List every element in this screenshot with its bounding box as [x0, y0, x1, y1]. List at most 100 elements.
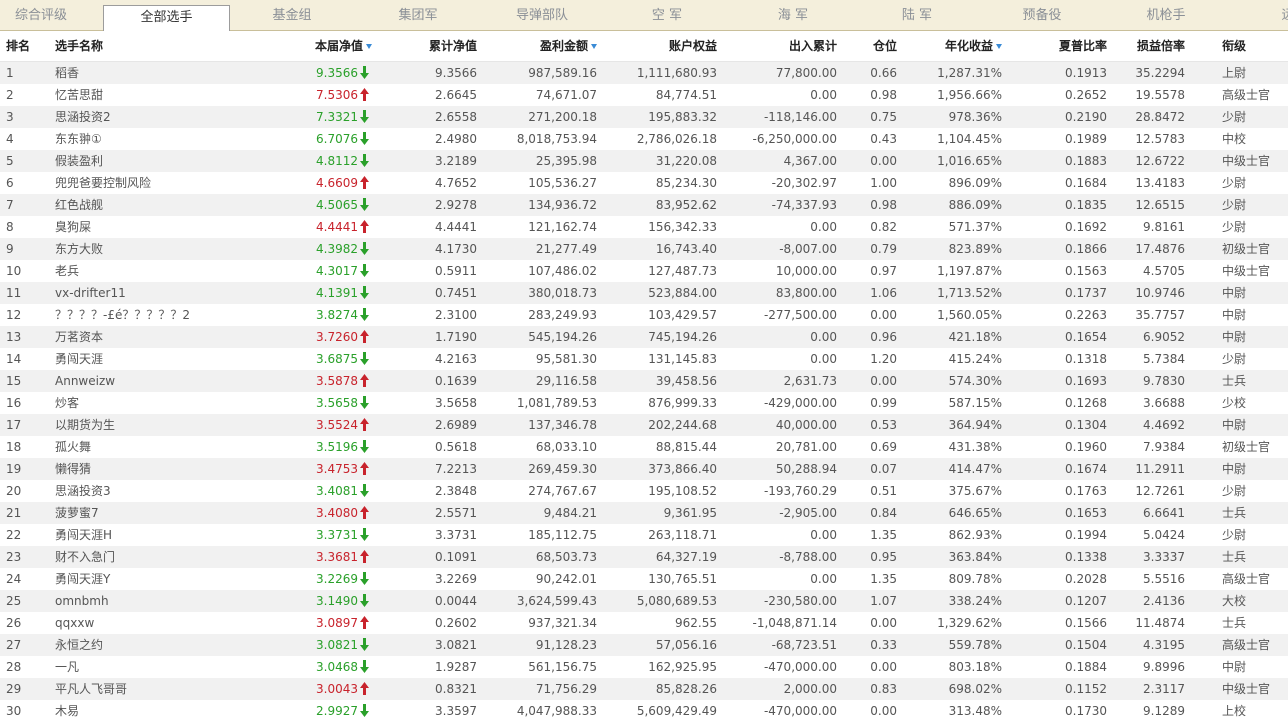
tab-missile-force[interactable]: 导弹部队	[498, 0, 586, 31]
tab-navy[interactable]: 海 军	[748, 0, 838, 31]
player-name-link[interactable]: 平凡人飞哥哥	[55, 678, 235, 700]
table-row[interactable]: 20 思涵投资3 3.4081 2.3848 274,767.67 195,108.52 -…	[0, 480, 1288, 502]
player-name-link[interactable]: Annweizw	[55, 370, 235, 392]
table-row[interactable]: 25 omnbmh 3.1490 0.0044 3,624,599.43 5,080,68…	[0, 590, 1288, 612]
cell-rank: 28	[6, 660, 22, 674]
table-row[interactable]: 15 Annweizw 3.5878 0.1639 29,116.58 39,458.56…	[0, 370, 1288, 392]
table-row[interactable]: 10 老兵 4.3017 0.5911 107,486.02 127,487.73 10,0…	[0, 260, 1288, 282]
table-row[interactable]: 1 稻香 9.3566 9.3566 987,589.16 1,111,680.93 77,…	[0, 62, 1288, 84]
table-row[interactable]: 2 忆苦思甜 7.5306 2.6645 74,671.07 84,774.51 0.00 0…	[0, 84, 1288, 106]
table-row[interactable]: 30 木易 2.9927 3.3597 4,047,988.33 5,609,429.49…	[0, 700, 1288, 722]
player-name-link[interactable]: 财不入急门	[55, 546, 235, 568]
table-row[interactable]: 6 兜兜爸要控制风险 4.6609 4.7652 105,536.27 85,234.30…	[0, 172, 1288, 194]
player-name-link[interactable]: 勇闯天涯Y	[55, 568, 235, 590]
player-name-link[interactable]: 老兵	[55, 260, 235, 282]
cell-grade: 中尉	[1222, 418, 1247, 432]
tab-reserve[interactable]: 预备役	[997, 0, 1087, 31]
column-header-profit[interactable]: 盈利金额	[500, 31, 597, 62]
tab-army[interactable]: 陆 军	[872, 0, 962, 31]
table-row[interactable]: 28 一凡 3.0468 1.9287 561,156.75 162,925.95 -470…	[0, 656, 1288, 678]
cell-rank: 12	[6, 308, 22, 322]
cell-nav: 4.1391	[316, 286, 358, 300]
player-name-link[interactable]: 东东翀①	[55, 128, 235, 150]
player-name-link[interactable]: ？？？？-£é？？？？？2	[55, 304, 235, 326]
cell-annual: 559.78%	[948, 638, 1002, 652]
table-row[interactable]: 13 万茗资本 3.7260 1.7190 545,194.26 745,194.26 0.…	[0, 326, 1288, 348]
table-row[interactable]: 19 懒得猜 3.4753 7.2213 269,459.30 373,866.40 50,…	[0, 458, 1288, 480]
tab-army-group[interactable]: 集团军	[372, 0, 464, 31]
tab-more[interactable]: 远	[1268, 0, 1288, 31]
player-name-link[interactable]: 木易	[55, 700, 235, 722]
table-row[interactable]: 4 东东翀① 6.7076 2.4980 8,018,753.94 2,786,026.1…	[0, 128, 1288, 150]
player-name-link[interactable]: 懒得猜	[55, 458, 235, 480]
cell-annual: 862.93%	[948, 528, 1002, 542]
cell-flow: 83,800.00	[775, 286, 837, 300]
player-name-link[interactable]: 炒客	[55, 392, 235, 414]
table-row[interactable]: 26 qqxxw 3.0897 0.2602 937,321.34 962.55 -1,04…	[0, 612, 1288, 634]
cell-equity: 5,080,689.53	[636, 594, 717, 608]
player-name-link[interactable]: 一凡	[55, 656, 235, 678]
table-row[interactable]: 21 菠萝蜜7 3.4080 2.5571 9,484.21 9,361.95 -2,905…	[0, 502, 1288, 524]
player-name-link[interactable]: 稻香	[55, 62, 235, 84]
cell-profit: 25,395.98	[535, 154, 597, 168]
player-name-link[interactable]: 兜兜爸要控制风险	[55, 172, 235, 194]
sort-desc-icon[interactable]	[996, 44, 1002, 49]
player-name-link[interactable]: omnbmh	[55, 590, 235, 612]
table-row[interactable]: 3 思涵投资2 7.3321 2.6558 271,200.18 195,883.32 -1…	[0, 106, 1288, 128]
table-row[interactable]: 12 ？？？？-£é？？？？？2 3.8274 2.3100 283,249.93 103…	[0, 304, 1288, 326]
player-name-link[interactable]: 思涵投资2	[55, 106, 235, 128]
table-row[interactable]: 23 财不入急门 3.3681 0.1091 68,503.73 64,327.19 -8,…	[0, 546, 1288, 568]
column-header-equity: 账户权益	[620, 31, 717, 62]
cell-position: 0.43	[870, 132, 897, 146]
cell-rank: 17	[6, 418, 22, 432]
player-name-link[interactable]: 以期货为生	[55, 414, 235, 436]
sort-desc-icon[interactable]	[366, 44, 372, 49]
tab-air-force[interactable]: 空 军	[622, 0, 712, 31]
player-name-link[interactable]: vx-drifter11	[55, 282, 235, 304]
column-header-label: 累计净值	[428, 39, 477, 53]
table-row[interactable]: 22 勇闯天涯H 3.3731 3.3731 185,112.75 263,118.71 0…	[0, 524, 1288, 546]
tab-all-players[interactable]: 全部选手	[103, 5, 230, 32]
tab-fund-group[interactable]: 基金组	[246, 0, 338, 31]
category-tab-bar: 综合评级 全部选手 基金组 集团军 导弹部队 空 军 海 军 陆 军 预备役 机枪手 远	[0, 0, 1288, 32]
player-name-link[interactable]: 红色战舰	[55, 194, 235, 216]
player-name-link[interactable]: 假装盈利	[55, 150, 235, 172]
table-row[interactable]: 7 红色战舰 4.5065 2.9278 134,936.72 83,952.62 -74,…	[0, 194, 1288, 216]
player-name-link[interactable]: 忆苦思甜	[55, 84, 235, 106]
tab-machine-gunner[interactable]: 机枪手	[1122, 0, 1210, 31]
cell-equity: 39,458.56	[655, 374, 717, 388]
player-name-link[interactable]: 菠萝蜜7	[55, 502, 235, 524]
player-name-link[interactable]: 思涵投资3	[55, 480, 235, 502]
column-header-annual[interactable]: 年化收益	[910, 31, 1002, 62]
table-row[interactable]: 14 勇闯天涯 3.6875 4.2163 95,581.30 131,145.83 0.0…	[0, 348, 1288, 370]
player-name-link[interactable]: 臭狗屎	[55, 216, 235, 238]
player-name-link[interactable]: 永恒之约	[55, 634, 235, 656]
player-name-link[interactable]: 勇闯天涯	[55, 348, 235, 370]
table-row[interactable]: 5 假装盈利 4.8112 3.2189 25,395.98 31,220.08 4,367…	[0, 150, 1288, 172]
player-name-link[interactable]: 东方大败	[55, 238, 235, 260]
table-row[interactable]: 29 平凡人飞哥哥 3.0043 0.8321 71,756.29 85,828.26 2,…	[0, 678, 1288, 700]
table-row[interactable]: 17 以期货为生 3.5524 2.6989 137,346.78 202,244.68 4…	[0, 414, 1288, 436]
player-name-link[interactable]: 勇闯天涯H	[55, 524, 235, 546]
cell-flow: 40,000.00	[775, 418, 837, 432]
player-name-link[interactable]: qqxxw	[55, 612, 235, 634]
table-row[interactable]: 16 炒客 3.5658 3.5658 1,081,789.53 876,999.33 -4…	[0, 392, 1288, 414]
cell-position: 0.98	[870, 198, 897, 212]
cell-grade: 中校	[1222, 132, 1247, 146]
table-row[interactable]: 11 vx-drifter11 4.1391 0.7451 380,018.73 523,…	[0, 282, 1288, 304]
table-row[interactable]: 9 东方大败 4.3982 4.1730 21,277.49 16,743.40 -8,00…	[0, 238, 1288, 260]
tab-rating[interactable]: 综合评级	[0, 0, 82, 31]
cell-cum-nav: 0.1639	[435, 374, 477, 388]
player-name-link[interactable]: 万茗资本	[55, 326, 235, 348]
cell-pl-ratio: 5.0424	[1143, 528, 1185, 542]
table-row[interactable]: 24 勇闯天涯Y 3.2269 3.2269 90,242.01 130,765.51 0.…	[0, 568, 1288, 590]
column-header-nav[interactable]: 本届净值	[290, 31, 372, 62]
cell-annual: 587.15%	[948, 396, 1002, 410]
table-row[interactable]: 8 臭狗屎 4.4441 4.4441 121,162.74 156,342.33 0.00…	[0, 216, 1288, 238]
cell-profit: 274,767.67	[528, 484, 597, 498]
table-row[interactable]: 27 永恒之约 3.0821 3.0821 91,128.23 57,056.16 -68,…	[0, 634, 1288, 656]
sort-desc-icon[interactable]	[591, 44, 597, 49]
table-row[interactable]: 18 孤火舞 3.5196 0.5618 68,033.10 88,815.44 20,78…	[0, 436, 1288, 458]
player-name-link[interactable]: 孤火舞	[55, 436, 235, 458]
cell-pl-ratio: 11.2911	[1135, 462, 1185, 476]
